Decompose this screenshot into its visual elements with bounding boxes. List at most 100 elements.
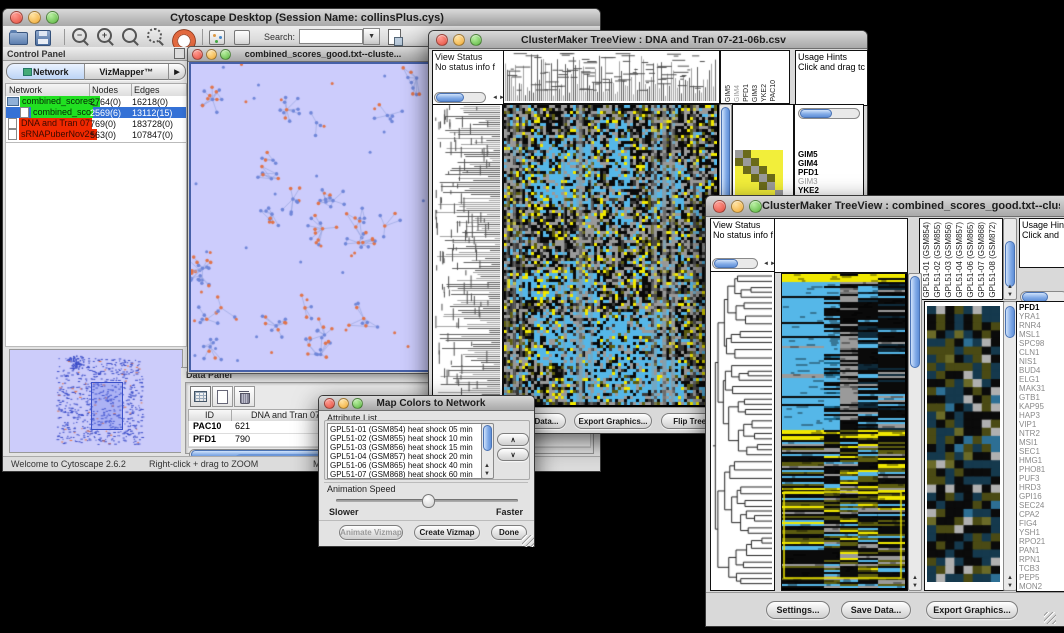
- gene-label[interactable]: PAN1: [1019, 546, 1064, 555]
- gene-label[interactable]: KAP95: [1019, 402, 1064, 411]
- dialog-titlebar[interactable]: Map Colors to Network: [319, 396, 534, 411]
- tv1-status-scrollbar[interactable]: [434, 92, 486, 103]
- gene-label[interactable]: MON2: [1019, 582, 1064, 591]
- vscroll-thumb[interactable]: [1005, 306, 1015, 338]
- network-edit-button[interactable]: [233, 28, 253, 46]
- create-vizmap-button[interactable]: Create Vizmap: [414, 525, 480, 540]
- tab-overflow-button[interactable]: ▶: [169, 63, 186, 80]
- gene-label[interactable]: SEC24: [1019, 501, 1064, 510]
- move-down-button[interactable]: ∨: [497, 448, 529, 461]
- gene-label[interactable]: HRD3: [1019, 483, 1064, 492]
- gene-label[interactable]: YSH1: [1019, 528, 1064, 537]
- attribute-item[interactable]: GPL51-01 (GSM854) heat shock 05 min: [330, 425, 482, 434]
- tv2-heatmap[interactable]: [781, 273, 908, 591]
- search-input[interactable]: [299, 29, 363, 44]
- resize-grip[interactable]: [522, 535, 534, 547]
- gene-label[interactable]: GIM4: [798, 159, 823, 168]
- gene-label[interactable]: PFD1: [798, 168, 823, 177]
- gene-label[interactable]: RPN1: [1019, 555, 1064, 564]
- open-file-button[interactable]: [9, 28, 29, 46]
- gene-label[interactable]: SEC1: [1019, 447, 1064, 456]
- tv1-row-dendrogram[interactable]: [432, 104, 503, 408]
- minimize-button[interactable]: [338, 398, 349, 409]
- zoom-button[interactable]: [749, 200, 762, 213]
- gene-label[interactable]: PEP5: [1019, 573, 1064, 582]
- attribute-item[interactable]: GPL51-02 (GSM855) heat shock 10 min: [330, 434, 482, 443]
- gene-label[interactable]: HAP3: [1019, 411, 1064, 420]
- tv2-export-graphics-button[interactable]: Export Graphics...: [926, 601, 1018, 619]
- gene-label[interactable]: GIM3: [798, 177, 823, 186]
- save-session-button[interactable]: [34, 28, 54, 46]
- search-dropdown-button[interactable]: ▼: [363, 28, 380, 45]
- gene-label[interactable]: VIP1: [1019, 420, 1064, 429]
- vscroll-thumb[interactable]: [1005, 241, 1015, 287]
- tv1-heatmap[interactable]: [503, 104, 720, 408]
- gene-label[interactable]: MSI1: [1019, 438, 1064, 447]
- plugin-button[interactable]: [208, 28, 228, 46]
- move-up-button[interactable]: ∧: [497, 433, 529, 446]
- slider-thumb[interactable]: [422, 494, 435, 508]
- gene-label[interactable]: MSL1: [1019, 330, 1064, 339]
- gene-label[interactable]: CLN1: [1019, 348, 1064, 357]
- gene-label[interactable]: RNR4: [1019, 321, 1064, 330]
- tv2-row-dendrogram[interactable]: [710, 271, 775, 591]
- tv2-thumb-vscrollbar[interactable]: ▲▼: [1003, 301, 1017, 591]
- attribute-item[interactable]: GPL51-07 (GSM868) heat shock 60 min: [330, 470, 482, 479]
- attribute-item[interactable]: GPL51-03 (GSM856) heat shock 15 min: [330, 443, 482, 452]
- gene-label[interactable]: YKE2: [798, 186, 823, 195]
- help-button[interactable]: [170, 28, 192, 46]
- close-button[interactable]: [436, 34, 448, 46]
- tv2-global-view[interactable]: [924, 301, 1005, 591]
- zoom-button[interactable]: [46, 11, 59, 24]
- minimize-button[interactable]: [731, 200, 744, 213]
- gene-label[interactable]: PHO81: [1019, 465, 1064, 474]
- tv1-gene-hscrollbar[interactable]: [798, 108, 860, 119]
- attr-delete-button[interactable]: [234, 386, 255, 407]
- minimize-button[interactable]: [453, 34, 465, 46]
- gene-label[interactable]: GPI16: [1019, 492, 1064, 501]
- gene-label[interactable]: SPC98: [1019, 339, 1064, 348]
- close-button[interactable]: [324, 398, 335, 409]
- annotation-button[interactable]: [386, 28, 406, 46]
- tv2-save-data-button[interactable]: Save Data...: [841, 601, 911, 619]
- network-row[interactable]: DNA and Tran 07769(0)183728(0): [6, 118, 186, 129]
- tv1-export-graphics-button[interactable]: Export Graphics...: [574, 413, 652, 429]
- close-button[interactable]: [10, 11, 23, 24]
- zoom-fit-button[interactable]: [120, 28, 140, 46]
- attribute-list-scrollbar[interactable]: ▲▼: [481, 423, 494, 479]
- gene-label[interactable]: RPO21: [1019, 537, 1064, 546]
- attribute-item[interactable]: GPL51-06 (GSM865) heat shock 40 min: [330, 461, 482, 470]
- tv2-heatmap-vscrollbar[interactable]: ▲▼: [908, 273, 922, 591]
- gene-label[interactable]: MAK31: [1019, 384, 1064, 393]
- zoom-out-button[interactable]: −: [70, 28, 90, 46]
- gene-label[interactable]: GTB1: [1019, 393, 1064, 402]
- attribute-item[interactable]: GPL51-04 (GSM857) heat shock 20 min: [330, 452, 482, 461]
- attr-select-button[interactable]: [190, 386, 211, 407]
- minimize-button[interactable]: [28, 11, 41, 24]
- vscroll-thumb[interactable]: [483, 425, 492, 451]
- zoom-button[interactable]: [220, 49, 231, 60]
- float-panel-icon[interactable]: [174, 48, 185, 59]
- gene-label[interactable]: TCB3: [1019, 564, 1064, 573]
- tv2-label-vscrollbar[interactable]: ▲▼: [1003, 218, 1017, 300]
- main-titlebar[interactable]: Cytoscape Desktop (Session Name: collins…: [3, 9, 600, 27]
- hscroll-thumb[interactable]: [714, 259, 738, 268]
- gene-label[interactable]: CPA2: [1019, 510, 1064, 519]
- zoom-button[interactable]: [470, 34, 482, 46]
- network-row[interactable]: sRNAPuberNov2+563(0)107847(0): [6, 129, 186, 140]
- tv2-column-dendrogram[interactable]: [774, 218, 908, 273]
- attribute-list[interactable]: GPL51-01 (GSM854) heat shock 05 minGPL51…: [327, 423, 485, 479]
- gene-label[interactable]: FIG4: [1019, 519, 1064, 528]
- hscroll-thumb[interactable]: [436, 93, 464, 102]
- zoom-in-button[interactable]: +: [95, 28, 115, 46]
- attr-create-button[interactable]: [212, 386, 233, 407]
- tv2-status-scrollbar[interactable]: [712, 258, 758, 269]
- network-window-titlebar[interactable]: combined_scores_good.txt--cluste...: [188, 47, 435, 62]
- treeview2-titlebar[interactable]: ClusterMaker TreeView : combined_scores_…: [706, 196, 1064, 217]
- gene-label[interactable]: BUD4: [1019, 366, 1064, 375]
- zoom-button[interactable]: [352, 398, 363, 409]
- gene-label[interactable]: YRA1: [1019, 312, 1064, 321]
- gene-label[interactable]: NTR2: [1019, 429, 1064, 438]
- birdseye-panel[interactable]: [9, 349, 183, 453]
- animate-vizmap-button[interactable]: Animate Vizmap: [339, 525, 403, 540]
